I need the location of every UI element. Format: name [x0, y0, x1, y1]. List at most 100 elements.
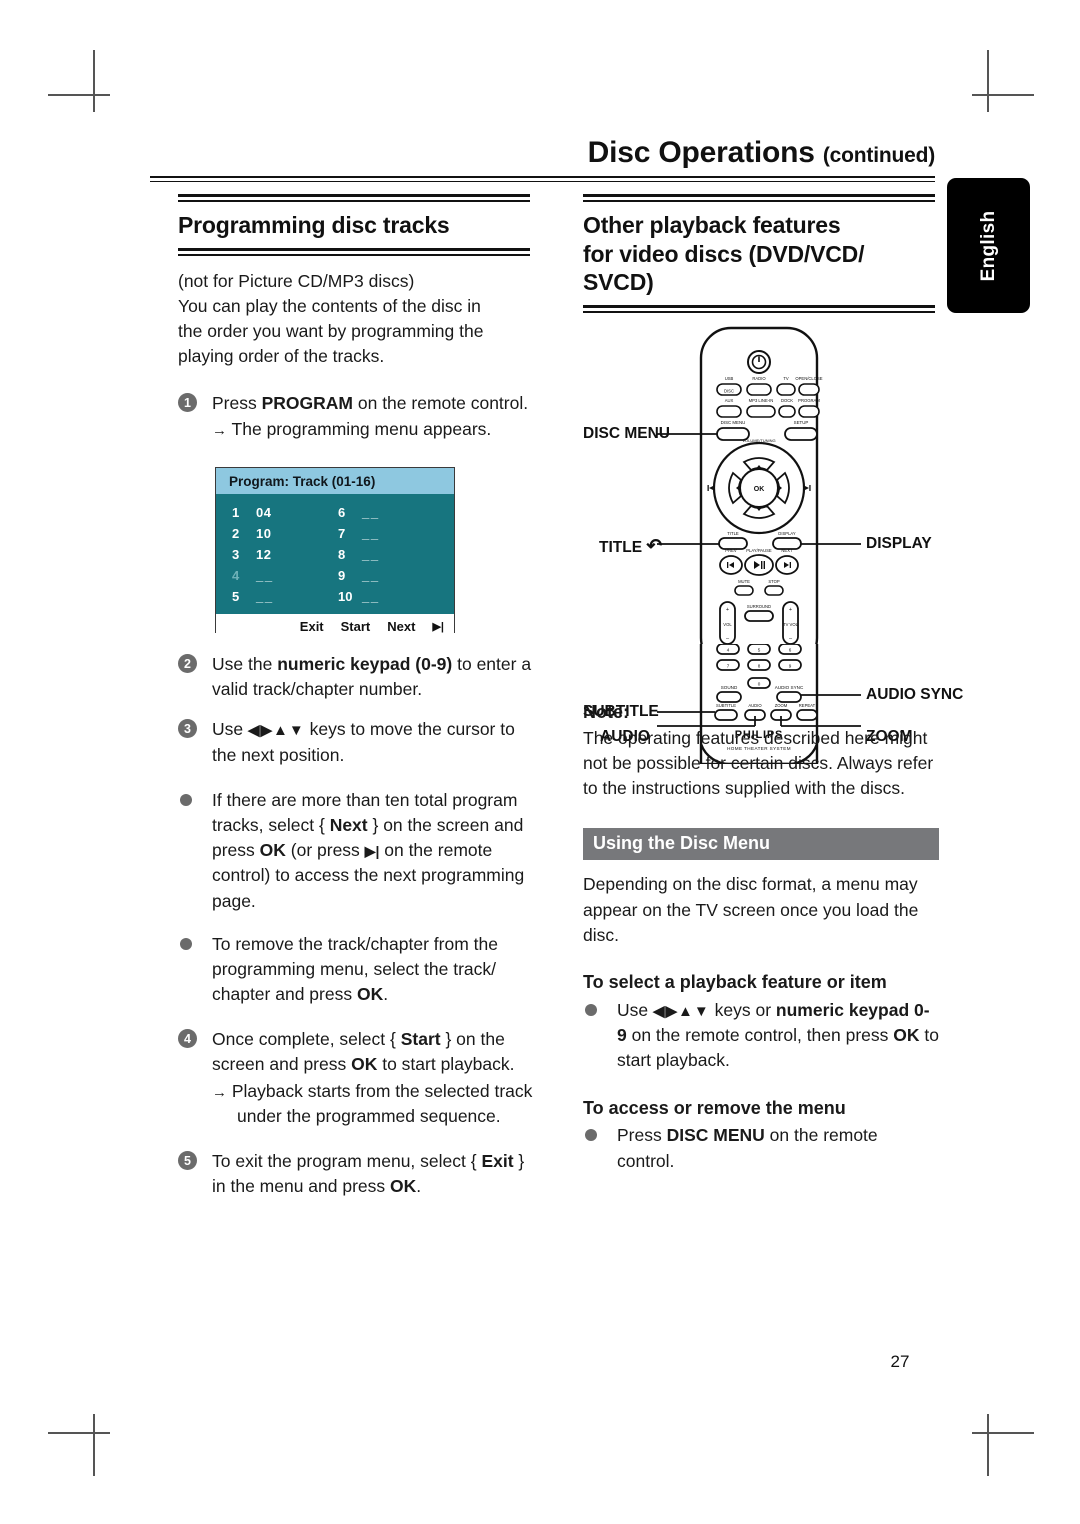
step-5-ok-label: OK	[390, 1176, 417, 1197]
program-entry[interactable]: 9 _ _	[338, 565, 378, 586]
entry-index: 1	[232, 505, 240, 520]
disc-menu-bullet-1: Use ◀▶▲▼ keys or numeric keypad 0-9 on t…	[583, 998, 939, 1074]
sub1-p3: on the remote control, then press	[626, 1025, 894, 1046]
header-divider	[150, 176, 935, 182]
program-entry[interactable]: 3 12	[232, 544, 271, 565]
program-menu-next-button[interactable]: Next	[387, 619, 415, 634]
program-menu-column-left: 1 04 2 10 3 12 4 _ _ 5 _ _	[232, 502, 272, 607]
bullet-1-next-label: Next	[329, 814, 368, 835]
bullet-icon	[585, 1129, 597, 1142]
language-tab-label: English	[977, 210, 999, 281]
program-menu-body: 1 04 2 10 3 12 4 _ _ 5 _ _ 6 _ _ 7 _ _ 8 _ _ 9 _ …	[216, 494, 454, 614]
remote-control-figure: USB RADIO TV OPEN/CLOSE DISC AUX MP3 LINE-I…	[583, 322, 963, 764]
right-section-heading: Other playback features for video discs …	[583, 211, 935, 297]
step-5-exit-label: Exit	[481, 1151, 514, 1171]
step-4-p1: Once complete, select {	[212, 1029, 401, 1050]
svg-text:VOL: VOL	[723, 622, 732, 627]
program-menu-title-bar: Program: Track (01-16)	[216, 468, 454, 494]
right-column: Other playback features for video discs …	[583, 194, 935, 313]
program-menu-start-button[interactable]: Start	[341, 619, 371, 634]
left-heading-rule-top	[178, 194, 530, 202]
step-4-ok-label: OK	[351, 1054, 378, 1075]
step-2-keyword: numeric keypad (0-9)	[277, 654, 453, 674]
sub2-disc-menu-label: DISC MENU	[666, 1125, 765, 1146]
step-4-result-text: Playback starts from the selected track …	[231, 1080, 533, 1126]
program-entry[interactable]: 6 _ _	[338, 502, 378, 523]
step-4-result: → Playback starts from the selected trac…	[212, 1079, 538, 1129]
sub1-p1: Use	[617, 999, 653, 1020]
bullet-icon	[180, 937, 192, 950]
entry-index: 6	[338, 505, 346, 520]
step-1-text-pre: Press	[212, 393, 262, 414]
program-menu-column-right: 6 _ _ 7 _ _ 8 _ _ 9 _ _ 10 _ _	[338, 502, 378, 607]
intro-line-1: (not for Picture CD/MP3 discs)	[178, 270, 415, 291]
arrow-keys-icon: ◀▶▲▼	[652, 1002, 710, 1020]
svg-text:DISC MENU: DISC MENU	[721, 420, 746, 425]
intro-line-3: the order you want by programming the	[178, 320, 484, 341]
result-arrow-icon: →	[212, 422, 227, 440]
left-heading-rule-bottom	[178, 247, 530, 256]
svg-text:SETUP: SETUP	[794, 420, 809, 425]
svg-text:+: +	[789, 607, 792, 613]
step-5-number: 5	[178, 1151, 197, 1170]
subheading-access-menu: To access or remove the menu	[583, 1097, 846, 1118]
step-2-number: 2	[178, 654, 197, 673]
svg-text:+: +	[726, 607, 729, 613]
note-label: Note:	[583, 702, 629, 722]
bullet-1: If there are more than ten total program…	[178, 788, 538, 914]
svg-text:4: 4	[727, 648, 730, 653]
program-menu-footer: Exit Start Next ▶|	[216, 614, 454, 638]
program-entry[interactable]: 7 _ _	[338, 523, 378, 544]
program-entry[interactable]: 5 _ _	[232, 586, 272, 607]
crop-mark-top-right-h	[972, 94, 1034, 96]
right-heading-line-2: for video discs (DVD/VCD/	[583, 240, 865, 267]
svg-text:TV: TV	[783, 376, 789, 381]
language-tab: English	[947, 178, 1030, 313]
svg-text:AUX: AUX	[725, 398, 734, 403]
left-intro: (not for Picture CD/MP3 discs) You can p…	[178, 269, 530, 370]
program-entry[interactable]: 8 _ _	[338, 544, 378, 565]
bullet-2: To remove the track/chapter from the pro…	[178, 932, 538, 1008]
step-5-p3: .	[416, 1176, 422, 1197]
entry-value: _ _	[256, 589, 272, 604]
svg-text:PROGRAM: PROGRAM	[798, 398, 820, 403]
entry-value: _ _	[256, 568, 272, 583]
program-entry[interactable]: 2 10	[232, 523, 271, 544]
crop-mark-bottom-right-h	[972, 1432, 1034, 1434]
left-column: Programming disc tracks (not for Picture…	[178, 194, 530, 443]
svg-text:SOUND: SOUND	[721, 685, 738, 690]
svg-text:SURROUND: SURROUND	[747, 604, 771, 609]
bullet-2-p1: To remove the track/chapter from the pro…	[212, 933, 498, 1005]
program-entry[interactable]: 1 04	[232, 502, 271, 523]
svg-text:MP3 LINE-IN: MP3 LINE-IN	[749, 398, 774, 403]
step-3: 3 Use ◀▶▲▼ keys to move the cursor to th…	[178, 717, 538, 767]
step-1-number: 1	[178, 393, 197, 413]
svg-text:8: 8	[758, 664, 761, 669]
entry-index: 9	[338, 568, 346, 583]
svg-text:DISC: DISC	[724, 389, 734, 394]
svg-text:USB: USB	[725, 376, 734, 381]
entry-value: _ _	[362, 505, 378, 520]
right-heading-line-3: SVCD)	[583, 269, 654, 296]
left-column-continued: 2 Use the numeric keypad (0-9) to enter …	[178, 652, 538, 1199]
step-4-p3: to start playback.	[377, 1054, 515, 1075]
entry-value: 12	[256, 547, 272, 562]
disc-menu-section-bar: Using the Disc Menu	[583, 828, 939, 861]
right-heading-line-1: Other playback features	[583, 212, 841, 238]
entry-value: 04	[256, 505, 272, 520]
program-entry-selected[interactable]: 4 _ _	[232, 565, 272, 586]
next-track-icon: ▶|	[364, 843, 380, 860]
bullet-icon	[585, 1003, 597, 1016]
svg-text:NEXT: NEXT	[781, 548, 793, 553]
page-header-title: Disc Operations	[587, 136, 815, 169]
svg-text:DOCK: DOCK	[781, 398, 793, 403]
program-menu-exit-button[interactable]: Exit	[300, 619, 324, 634]
step-2-text-pre: Use the	[212, 654, 278, 674]
crop-mark-top-left-v	[93, 50, 95, 112]
page-header: Disc Operations (continued)	[150, 136, 936, 170]
bullet-1-p3: (or press	[285, 840, 365, 861]
program-entry[interactable]: 10 _ _	[338, 586, 378, 607]
sub1-p2: keys or	[709, 999, 776, 1020]
remote-control-illustration: USB RADIO TV OPEN/CLOSE DISC AUX MP3 LINE-I…	[699, 326, 823, 670]
next-page-icon[interactable]: ▶|	[432, 620, 444, 633]
